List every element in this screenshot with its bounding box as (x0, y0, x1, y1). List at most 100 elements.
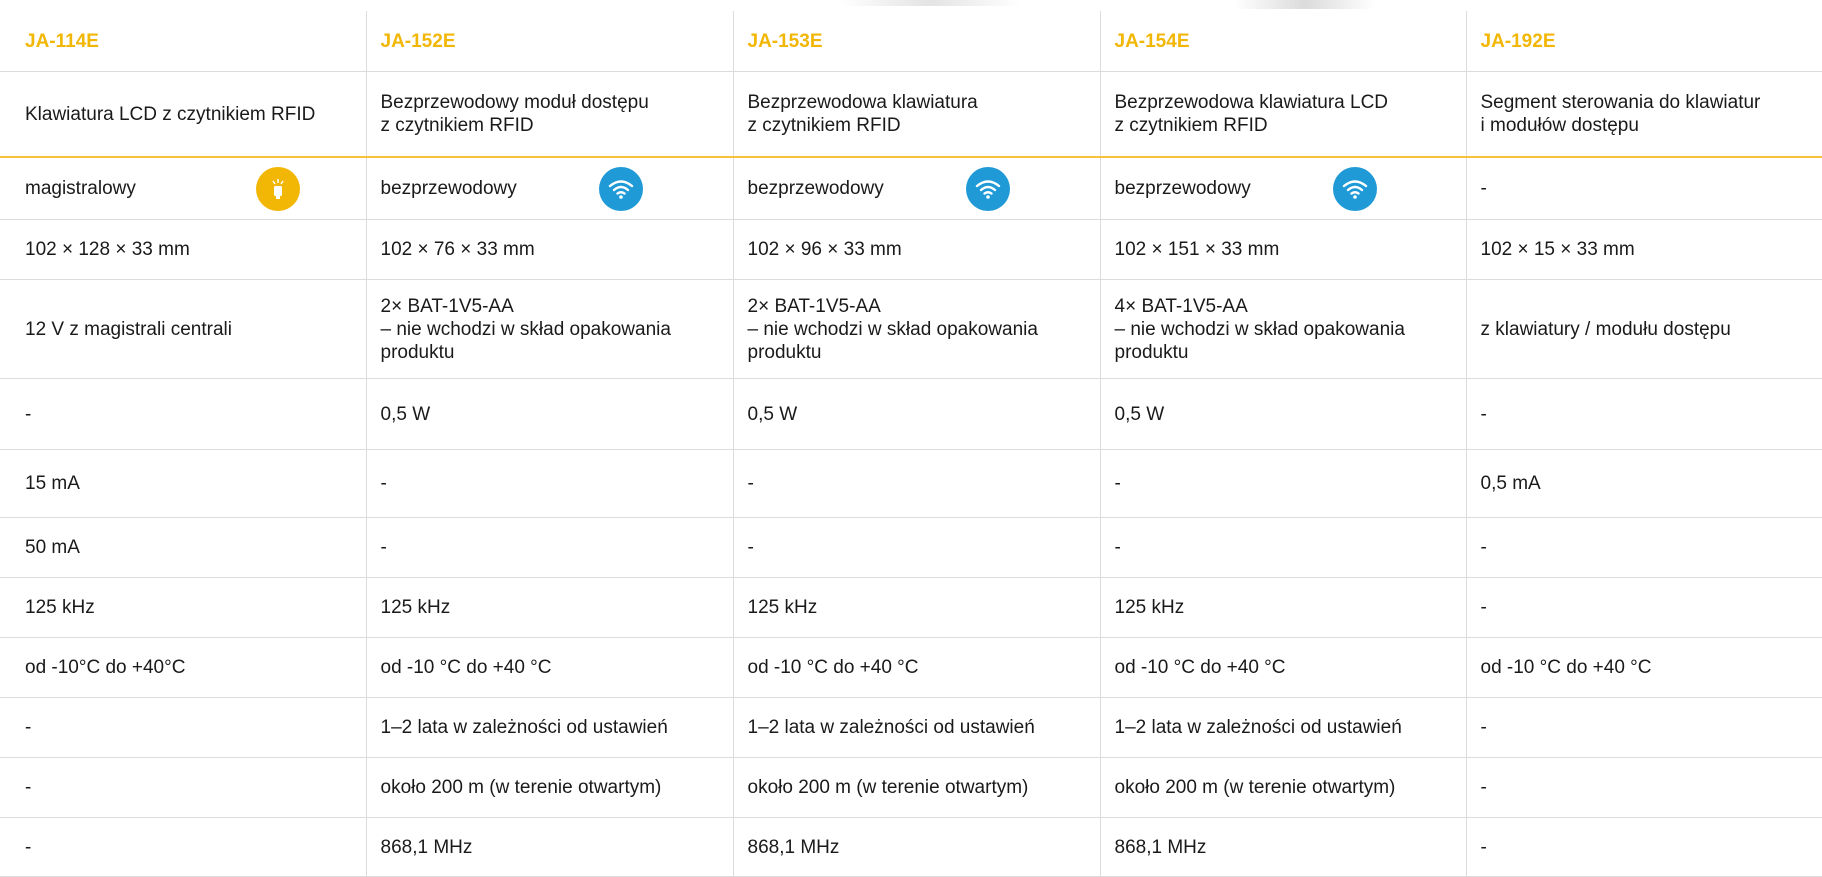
product-code: JA-114E (25, 30, 99, 52)
product-description: Bezprzewodowa klawiatura LCD z czytnikie… (1114, 92, 1389, 136)
table-cell: od -10 °C do +40 °C (365, 637, 733, 698)
standby-current-value: 15 mA (25, 473, 80, 494)
table-cell: JA-153E (732, 11, 1100, 72)
table-cell: 15 mA (0, 449, 366, 518)
temperature-value: od -10 °C do +40 °C (380, 657, 552, 678)
rfid-frequency-value: - (1480, 597, 1487, 618)
top-edge-image-fragment (0, 0, 1822, 10)
standby-current-value: - (1114, 473, 1121, 494)
max-current-value: - (380, 537, 387, 558)
product-code: JA-154E (1114, 30, 1190, 52)
table-cell: 868,1 MHz (365, 817, 733, 877)
dimensions-value: 102 × 15 × 33 mm (1480, 239, 1635, 260)
table-cell: około 200 m (w terenie otwartym) (365, 757, 733, 818)
product-description: Bezprzewodowy moduł dostępu z czytnikiem… (380, 92, 649, 136)
power-supply-row: 12 V z magistrali centrali 2× BAT-1V5-AA… (0, 279, 1822, 379)
battery-life-value: - (1480, 717, 1487, 738)
table-cell: - (1099, 449, 1466, 518)
dimensions-value: 102 × 96 × 33 mm (747, 239, 902, 260)
table-cell: 868,1 MHz (732, 817, 1100, 877)
range-value: około 200 m (w terenie otwartym) (380, 777, 662, 798)
max-current-value: 50 mA (25, 537, 80, 558)
table-cell: JA-114E (0, 11, 366, 72)
communication-type: bezprzewodowy (1114, 178, 1251, 199)
table-cell: 125 kHz (1099, 577, 1466, 638)
standby-current-value: 0,5 mA (1480, 473, 1541, 494)
dimensions-row: 102 × 128 × 33 mm 102 × 76 × 33 mm 102 ×… (0, 219, 1822, 280)
product-code: JA-152E (380, 30, 456, 52)
table-cell: JA-192E (1465, 11, 1822, 72)
product-image-edge (840, 0, 1020, 6)
table-cell: 12 V z magistrali centrali (0, 279, 366, 379)
table-cell: 102 × 96 × 33 mm (732, 219, 1100, 280)
table-cell: 868,1 MHz (1099, 817, 1466, 877)
table-cell: bezprzewodowy (732, 157, 1100, 220)
table-cell: - (1465, 757, 1822, 818)
product-code: JA-153E (747, 30, 823, 52)
table-cell: JA-154E (1099, 11, 1466, 72)
product-description: Bezprzewodowa klawiatura z czytnikiem RF… (747, 92, 978, 136)
dimensions-value: 102 × 76 × 33 mm (380, 239, 535, 260)
table-cell: 1–2 lata w zależności od ustawień (365, 697, 733, 758)
table-cell: Klawiatura LCD z czytnikiem RFID (0, 71, 366, 158)
table-cell: 0,5 W (1099, 378, 1466, 450)
table-cell: Bezprzewodowa klawiatura LCD z czytnikie… (1099, 71, 1466, 158)
table-cell: - (1465, 577, 1822, 638)
power-consumption-value: 0,5 W (747, 403, 798, 425)
standby-current-value: - (747, 473, 754, 494)
dimensions-value: 102 × 151 × 33 mm (1114, 239, 1280, 260)
description-row: Klawiatura LCD z czytnikiem RFID Bezprze… (0, 71, 1822, 158)
table-cell: - (0, 817, 366, 877)
table-cell: - (1465, 517, 1822, 578)
table-cell: - (0, 697, 366, 758)
wireless-icon (598, 166, 643, 211)
power-supply-value: z klawiatury / modułu dostępu (1480, 318, 1731, 340)
max-current-value: - (747, 537, 754, 558)
product-image-edge (1235, 0, 1375, 9)
product-code-row: JA-114E JA-152E JA-153E JA-154E JA-192E (0, 11, 1822, 72)
table-cell: - (1465, 157, 1822, 220)
table-cell: - (732, 449, 1100, 518)
table-cell: - (365, 517, 733, 578)
table-cell: - (732, 517, 1100, 578)
table-cell: 102 × 15 × 33 mm (1465, 219, 1822, 280)
power-consumption-row: - 0,5 W 0,5 W 0,5 W - (0, 378, 1822, 450)
standby-current-value: - (380, 473, 387, 494)
communication-type: - (1480, 178, 1487, 199)
product-description: Klawiatura LCD z czytnikiem RFID (25, 103, 316, 125)
table-cell: 102 × 128 × 33 mm (0, 219, 366, 280)
communication-row: magistralowy bezprzewodowy bezprzewodowy… (0, 157, 1822, 220)
product-description: Segment sterowania do klawiatur i modułó… (1480, 92, 1761, 136)
table-cell: - (1465, 817, 1822, 877)
wireless-icon (1332, 166, 1377, 211)
table-cell: - (1465, 378, 1822, 450)
power-consumption-value: 0,5 W (1114, 403, 1165, 425)
max-current-value: - (1114, 537, 1121, 558)
temperature-value: od -10 °C do +40 °C (747, 657, 919, 678)
power-consumption-value: - (1480, 403, 1487, 425)
range-value: - (25, 777, 32, 798)
radio-frequency-value: - (25, 836, 32, 858)
range-value: około 200 m (w terenie otwartym) (1114, 777, 1396, 798)
table-cell: 125 kHz (0, 577, 366, 638)
rfid-frequency-value: 125 kHz (1114, 597, 1185, 618)
radio-frequency-value: 868,1 MHz (747, 836, 840, 858)
rfid-frequency-value: 125 kHz (380, 597, 451, 618)
table-cell: Bezprzewodowy moduł dostępu z czytnikiem… (365, 71, 733, 158)
dimensions-value: 102 × 128 × 33 mm (25, 239, 190, 260)
table-cell: z klawiatury / modułu dostępu (1465, 279, 1822, 379)
table-cell: 0,5 W (365, 378, 733, 450)
power-supply-value: 4× BAT-1V5-AA – nie wchodzi w skład opak… (1114, 295, 1405, 363)
power-supply-value: 2× BAT-1V5-AA – nie wchodzi w skład opak… (380, 295, 671, 363)
communication-type: magistralowy (25, 178, 136, 199)
table-cell: od -10°C do +40°C (0, 637, 366, 698)
table-cell: magistralowy (0, 157, 366, 220)
table-cell: 4× BAT-1V5-AA – nie wchodzi w skład opak… (1099, 279, 1466, 379)
radio-frequency-value: 868,1 MHz (1114, 836, 1207, 858)
standby-current-row: 15 mA - - - 0,5 mA (0, 449, 1822, 518)
bus-icon (256, 166, 300, 211)
radio-frequency-value: 868,1 MHz (380, 836, 473, 858)
communication-type: bezprzewodowy (380, 178, 517, 199)
table-cell: 2× BAT-1V5-AA – nie wchodzi w skład opak… (365, 279, 733, 379)
table-cell: JA-152E (365, 11, 733, 72)
